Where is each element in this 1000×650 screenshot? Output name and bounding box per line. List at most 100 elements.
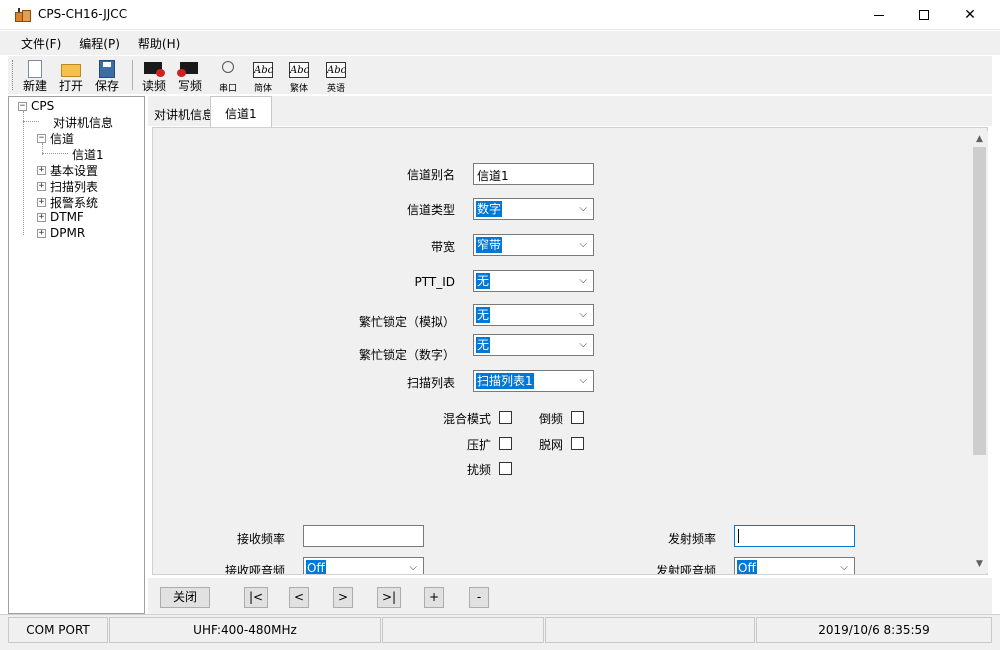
scramble-checkbox[interactable]	[499, 462, 512, 475]
write-button[interactable]: 写频	[172, 58, 208, 93]
tree-item-scan-list[interactable]: + 扫描列表	[37, 178, 98, 195]
expand-icon[interactable]: +	[37, 166, 46, 175]
last-record-button[interactable]: >|	[377, 587, 401, 608]
chevron-down-icon: ⌵	[579, 309, 587, 320]
busy-lock-digital-select[interactable]: 无 ⌵	[473, 334, 594, 356]
expand-icon[interactable]: +	[37, 198, 46, 207]
record-navigation: 关闭 |< < > >| + -	[148, 578, 992, 614]
tab-channel1[interactable]: 信道1	[210, 96, 272, 127]
menu-program[interactable]: 编程(P)	[70, 35, 129, 52]
rx-tone-select[interactable]: Off ⌵	[303, 557, 424, 575]
scan-list-select[interactable]: 扫描列表1 ⌵	[473, 370, 594, 392]
collapse-icon[interactable]: −	[18, 101, 27, 111]
rx-frequency-input[interactable]	[303, 525, 424, 547]
traditional-label: 繁体	[289, 84, 308, 94]
channel-type-select[interactable]: 数字 ⌵	[473, 198, 594, 220]
simplified-button[interactable]: Abc 简体	[245, 58, 281, 94]
close-button[interactable]: 关闭	[160, 587, 210, 608]
selected-value: Off	[737, 560, 757, 575]
tree-item-basic-settings[interactable]: + 基本设置	[37, 162, 98, 179]
bandwidth-select[interactable]: 窄带 ⌵	[473, 234, 594, 256]
maximize-icon	[919, 10, 929, 20]
open-label: 打开	[58, 79, 83, 93]
read-radio-icon	[144, 62, 165, 77]
tab-strip: 对讲机信息 信道1	[148, 96, 992, 127]
alias-input[interactable]: 信道1	[473, 163, 594, 185]
read-button[interactable]: 读频	[136, 58, 172, 93]
tree-item-cps[interactable]: − CPS	[18, 99, 54, 113]
scramble-label: 扰频	[467, 463, 492, 477]
save-button[interactable]: 保存	[89, 58, 125, 93]
menu-file[interactable]: 文件(F)	[12, 35, 70, 52]
text-cursor	[738, 529, 739, 543]
vertical-scrollbar[interactable]: ▲ ▼	[971, 131, 988, 573]
english-button[interactable]: Abc 英语	[318, 58, 354, 94]
window-title: CPS-CH16-JJCC	[38, 7, 128, 21]
tree-item-channel1[interactable]: 信道1	[72, 146, 104, 163]
selected-value: 无	[476, 273, 491, 289]
status-band: UHF:400-480MHz	[109, 617, 381, 643]
mixed-mode-checkbox[interactable]	[499, 411, 512, 424]
offnet-checkbox[interactable]	[571, 437, 584, 450]
port-label: 串口	[218, 84, 237, 94]
status-empty-1	[382, 617, 544, 643]
write-label: 写频	[177, 79, 202, 93]
tree-item-channel[interactable]: − 信道	[37, 130, 74, 147]
menu-help[interactable]: 帮助(H)	[129, 35, 189, 52]
traditional-button[interactable]: Abc 繁体	[281, 58, 317, 94]
tree-item-radio-info[interactable]: 对讲机信息	[53, 114, 113, 131]
chevron-down-icon: ⌵	[579, 239, 587, 250]
offnet-label: 脱网	[539, 438, 564, 452]
minimize-button[interactable]	[856, 0, 902, 30]
add-record-button[interactable]: +	[424, 587, 444, 608]
tab-radio-info[interactable]: 对讲机信息	[150, 100, 212, 126]
selected-value: 窄带	[476, 237, 503, 253]
app-icon	[15, 8, 31, 22]
ptt-id-label: PTT_ID	[414, 275, 455, 289]
tree-label: 扫描列表	[50, 180, 99, 194]
previous-record-button[interactable]: <	[289, 587, 309, 608]
tree-item-dtmf[interactable]: + DTMF	[37, 210, 84, 224]
chevron-down-icon: ⌵	[409, 562, 417, 573]
selected-value: Off	[306, 560, 326, 575]
compand-label: 压扩	[467, 438, 492, 452]
tree-item-dpmr[interactable]: + DPMR	[37, 226, 85, 240]
port-button[interactable]: 串口	[210, 58, 246, 94]
write-radio-icon	[177, 62, 198, 77]
toolbar-separator	[132, 60, 133, 90]
tree-item-alarm[interactable]: + 报警系统	[37, 194, 98, 211]
remove-record-button[interactable]: -	[469, 587, 489, 608]
tree-label: 信道	[50, 132, 75, 146]
tree-label: DTMF	[50, 210, 84, 224]
status-empty-2	[545, 617, 755, 643]
tx-frequency-input[interactable]	[734, 525, 855, 547]
compand-checkbox[interactable]	[499, 437, 512, 450]
channel-form: 信道别名 信道1 信道类型 数字 ⌵ 带宽 窄带 ⌵ PTT_ID 无 ⌵ 繁忙…	[152, 127, 988, 575]
reverse-checkbox[interactable]	[571, 411, 584, 424]
ptt-id-select[interactable]: 无 ⌵	[473, 270, 594, 292]
first-record-button[interactable]: |<	[244, 587, 268, 608]
expand-icon[interactable]: +	[37, 228, 46, 238]
next-record-button[interactable]: >	[333, 587, 353, 608]
tx-tone-select[interactable]: Off ⌵	[734, 557, 855, 575]
expand-icon[interactable]: +	[37, 182, 46, 191]
save-icon	[99, 60, 115, 78]
scrollbar-thumb[interactable]	[973, 147, 986, 455]
minimize-icon	[874, 14, 884, 16]
busy-lock-analog-select[interactable]: 无 ⌵	[473, 304, 594, 326]
open-button[interactable]: 打开	[53, 58, 89, 93]
reverse-label: 倒频	[539, 412, 564, 426]
scroll-down-icon[interactable]: ▼	[971, 556, 988, 573]
selected-value: 数字	[476, 201, 503, 217]
rx-frequency-label: 接收频率	[236, 532, 285, 546]
tree-label: 基本设置	[50, 164, 99, 178]
serial-port-icon	[222, 61, 234, 73]
maximize-button[interactable]	[901, 0, 947, 30]
scroll-up-icon[interactable]: ▲	[971, 131, 988, 148]
close-window-button[interactable]: ✕	[947, 0, 993, 30]
collapse-icon[interactable]: −	[37, 134, 46, 143]
new-file-icon	[28, 60, 42, 78]
new-button[interactable]: 新建	[17, 58, 53, 93]
expand-icon[interactable]: +	[37, 212, 46, 222]
english-label: 英语	[326, 84, 345, 94]
